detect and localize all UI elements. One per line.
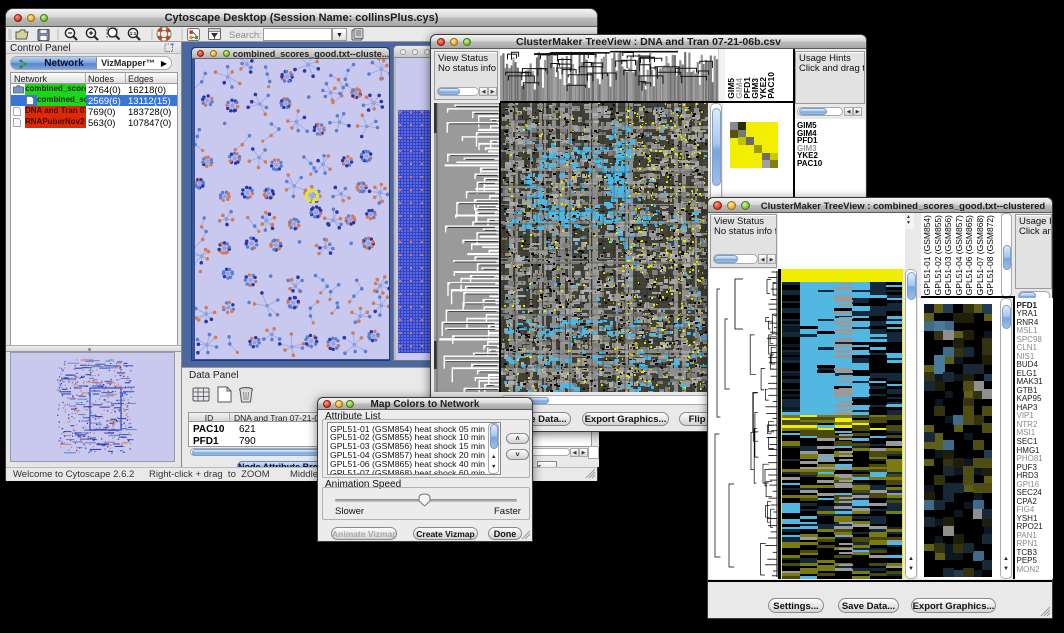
svg-text:1:1: 1:1 (130, 31, 137, 36)
